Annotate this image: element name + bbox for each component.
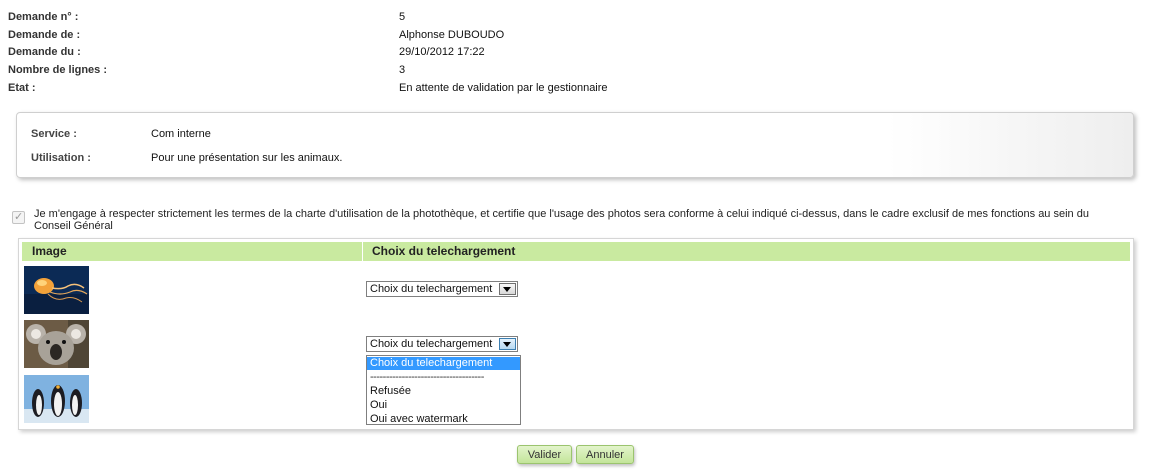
download-choice-table: Image Choix du telechargement Choix du t… [18,238,1134,430]
usage-label: Utilisation : [31,152,91,164]
thumbnail-jellyfish[interactable] [24,266,89,314]
thumbnail-penguins[interactable] [24,375,89,423]
request-number-label: Demande n° : [8,11,79,23]
thumbnail-koala[interactable] [24,320,89,368]
request-date-label: Demande du : [8,46,81,58]
usage-row: Utilisation : Pour une présentation sur … [31,151,631,165]
request-state-row: Etat : En attente de validation par le g… [8,81,708,95]
request-state-label: Etat : [8,82,36,94]
dropdown-option-refusee[interactable]: Refusée [367,385,520,398]
request-lines-value: 3 [399,64,406,76]
request-lines-row: Nombre de lignes : 3 [8,63,708,77]
service-value: Com interne [151,128,211,140]
request-date-row: Demande du : 29/10/2012 17:22 [8,45,708,59]
chevron-down-icon[interactable] [499,283,516,295]
service-label: Service : [31,128,77,140]
download-choice-select-row-1[interactable]: Choix du telechargement [366,281,518,297]
request-from-row: Demande de : Alphonse DUBOUDO [8,28,708,42]
select-value-row-2: Choix du telechargement [370,338,493,350]
download-choice-select-row-2[interactable]: Choix du telechargement [366,336,518,352]
dropdown-option-oui-watermark[interactable]: Oui avec watermark [367,413,520,426]
dropdown-option-default[interactable]: Choix du telechargement [367,357,520,370]
column-header-image: Image [32,244,67,258]
select-value-row-1: Choix du telechargement [370,283,493,295]
column-header-download-choice: Choix du telechargement [372,244,516,258]
request-number-row: Demande n° : 5 [8,10,708,24]
request-lines-label: Nombre de lignes : [8,64,108,76]
usage-value: Pour une présentation sur les animaux. [151,152,343,164]
request-date-value: 29/10/2012 17:22 [399,46,485,58]
request-state-value: En attente de validation par le gestionn… [399,82,608,94]
checkmark-icon: ✓ [14,211,24,223]
cancel-button[interactable]: Annuler [576,445,634,464]
engagement-text: Je m'engage à respecter strictement les … [34,208,1089,232]
request-from-value: Alphonse DUBOUDO [399,29,505,41]
column-separator [362,242,363,261]
dropdown-option-oui[interactable]: Oui [367,399,520,412]
table-header-row: Image Choix du telechargement [22,242,1130,261]
download-choice-dropdown-list[interactable]: Choix du telechargement ----------------… [366,355,521,425]
request-number-value: 5 [399,11,406,23]
engagement-checkbox[interactable]: ✓ [12,211,25,224]
service-row: Service : Com interne [31,127,631,141]
dropdown-option-separator[interactable]: ------------------------------------ [367,371,520,384]
service-panel: Service : Com interne Utilisation : Pour… [16,112,1134,178]
chevron-down-icon[interactable] [499,338,516,350]
request-from-label: Demande de : [8,29,81,41]
request-detail-page: Demande n° : 5 Demande de : Alphonse DUB… [0,0,1150,476]
validate-button[interactable]: Valider [517,445,572,464]
